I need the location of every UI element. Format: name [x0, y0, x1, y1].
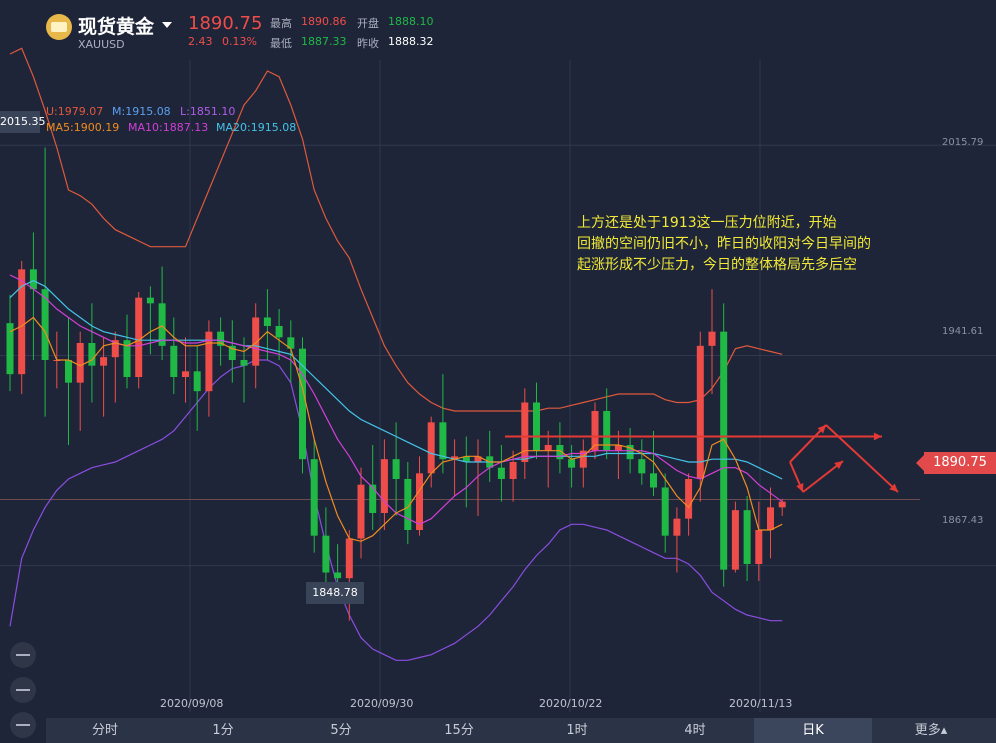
candle-body — [310, 459, 318, 536]
open-label: 开盘 — [357, 17, 379, 30]
candle-body — [509, 462, 517, 479]
candle-body — [369, 484, 377, 513]
price-change: 2.43 — [188, 35, 213, 48]
candle-body — [720, 331, 728, 570]
candle-body — [673, 518, 681, 536]
resistance-arrow-head — [873, 432, 882, 441]
candle-body — [146, 297, 154, 304]
candle-body — [497, 467, 505, 479]
price-tick: 2015.79 — [942, 137, 984, 148]
date-tick: 2020/09/30 — [350, 697, 414, 710]
indicator-icon[interactable] — [10, 712, 36, 738]
candle-body — [427, 422, 435, 474]
low-value: 1887.33 — [301, 35, 347, 48]
draw-pen-icon[interactable] — [10, 677, 36, 703]
boll-mid-label: M:1915.08 — [112, 105, 171, 118]
tab-4hour[interactable]: 4时 — [636, 718, 754, 743]
candle-body — [696, 345, 704, 479]
candle-body — [533, 402, 540, 451]
tab-daily[interactable]: 日K — [754, 718, 872, 743]
instrument-symbol: XAUUSD — [78, 38, 125, 51]
candle-body — [755, 530, 763, 564]
tab-more[interactable]: 更多▴ — [872, 718, 990, 743]
candle-body — [275, 326, 283, 338]
candle-body — [182, 371, 189, 377]
tab-15min[interactable]: 15分 — [400, 718, 518, 743]
candle-body — [439, 422, 447, 460]
timeframe-tabs: 分时 1分 5分 15分 1时 4时 日K 更多▴ — [46, 718, 996, 743]
gold-icon — [46, 14, 72, 40]
tab-1min[interactable]: 1分 — [164, 718, 282, 743]
current-price-tag: 1890.75 — [916, 452, 996, 474]
candle-body — [76, 343, 84, 383]
prev-close-value: 1888.32 — [388, 35, 434, 48]
analysis-note: 上方还是处于1913这一压力位附近，开始 回撤的空间仍旧不小，昨日的收阳对今日早… — [577, 215, 871, 273]
candle-body — [568, 459, 576, 468]
boll-lower-label: L:1851.10 — [180, 105, 236, 118]
candle-body — [100, 357, 108, 366]
instrument-title[interactable]: 现货黄金 — [78, 12, 154, 39]
prev-close-label: 昨收 — [357, 37, 379, 50]
candle-body — [322, 535, 330, 573]
candle-body — [252, 317, 260, 366]
price-tick: 1941.61 — [942, 326, 984, 337]
high-marker-tag: 2015.35 — [0, 111, 46, 133]
low-label: 最低 — [270, 37, 292, 50]
tab-1hour[interactable]: 1时 — [518, 718, 636, 743]
candle-body — [731, 510, 739, 570]
candle-body — [357, 484, 365, 539]
ma5-label: MA5:1900.19 — [46, 121, 120, 134]
candle-body — [345, 538, 353, 579]
ma10-label: MA10:1887.13 — [128, 121, 209, 134]
candle-body — [135, 297, 143, 377]
candle-body — [392, 459, 400, 479]
candle-body — [767, 507, 774, 530]
candle-body — [416, 473, 423, 530]
chart-type-icon[interactable] — [10, 642, 36, 668]
open-value: 1888.10 — [388, 15, 434, 28]
down-arrow — [825, 424, 899, 493]
candle-body — [778, 501, 786, 508]
candle-body — [708, 331, 716, 346]
date-tick: 2020/09/08 — [160, 697, 224, 710]
date-tick: 2020/10/22 — [539, 697, 603, 710]
candle-body — [661, 487, 669, 536]
candle-body — [650, 473, 657, 488]
high-value: 1890.86 — [301, 15, 347, 28]
chevron-down-icon[interactable] — [162, 22, 172, 28]
chart-grid — [0, 60, 996, 712]
candle-body — [170, 345, 178, 377]
price-change-pct: 0.13% — [222, 35, 257, 48]
candle-body — [334, 572, 342, 579]
ma20-label: MA20:1915.08 — [216, 121, 297, 134]
candle-body — [29, 269, 37, 290]
header: 现货黄金 XAUUSD 1890.75 2.43 0.13% 最高 1890.8… — [0, 0, 996, 58]
last-price: 1890.75 — [188, 13, 263, 34]
candle-body — [88, 343, 96, 366]
tab-timeshare[interactable]: 分时 — [46, 718, 164, 743]
candle-body — [65, 360, 72, 383]
low-marker-tag: 1848.78 — [306, 582, 364, 604]
candle-body — [263, 317, 271, 326]
candle-body — [685, 479, 693, 519]
boll-upper-label: U:1979.07 — [46, 105, 104, 118]
date-tick: 2020/11/13 — [729, 697, 793, 710]
candle-body — [743, 510, 751, 564]
price-tick: 1867.43 — [942, 515, 984, 526]
high-label: 最高 — [270, 17, 292, 30]
candle-body — [193, 371, 201, 392]
candle-body — [158, 303, 166, 346]
candle-body — [380, 459, 388, 513]
tab-5min[interactable]: 5分 — [282, 718, 400, 743]
candle-body — [544, 445, 552, 451]
candle-body — [638, 459, 646, 474]
candle-body — [521, 402, 529, 462]
candle-body — [240, 360, 248, 366]
